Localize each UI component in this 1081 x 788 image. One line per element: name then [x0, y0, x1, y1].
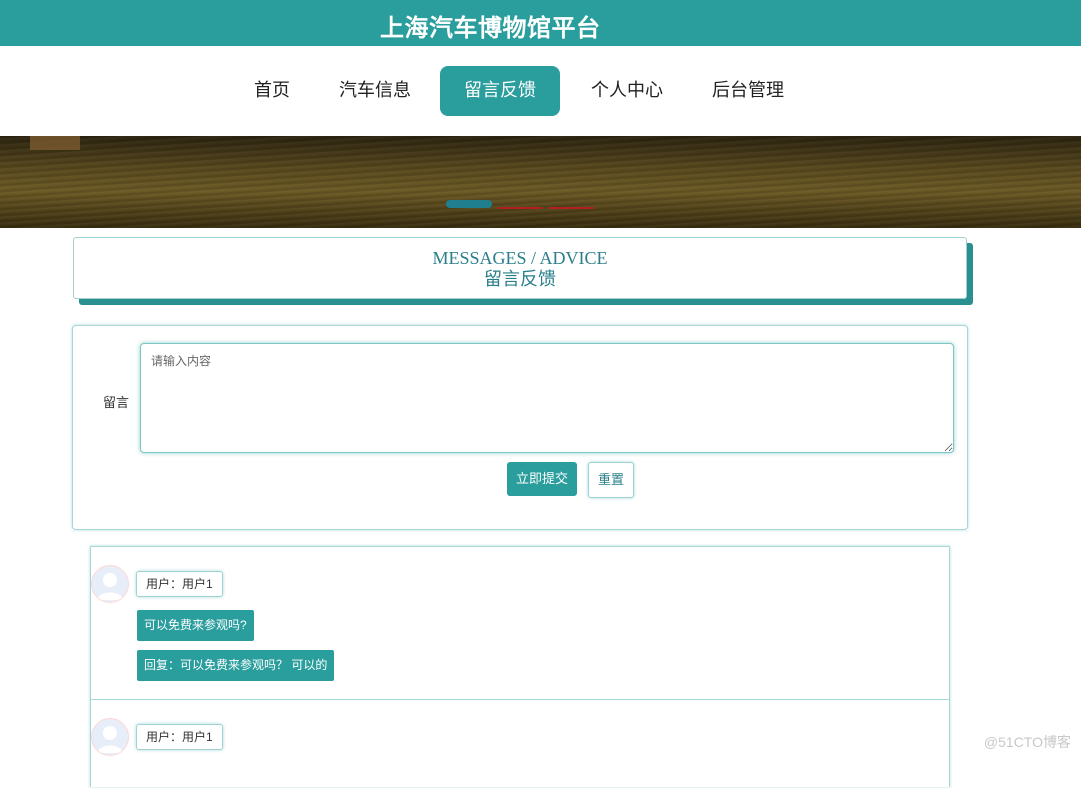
- watermark: @51CTO博客: [983, 734, 1071, 750]
- main-nav: 首页 汽车信息 留言反馈 个人中心 后台管理: [0, 46, 1081, 136]
- comment-username: 用户：用户1: [136, 571, 223, 597]
- comment-reply: 回复：可以免费来参观吗？ 可以的: [137, 650, 335, 681]
- nav-item-home[interactable]: 首页: [246, 66, 298, 116]
- comment-item: 用户：用户1: [91, 699, 949, 788]
- comment-message: 可以免费来参观吗?: [137, 610, 254, 641]
- nav-item-car-info[interactable]: 汽车信息: [330, 66, 420, 116]
- section-title-cn: 留言反馈: [484, 269, 556, 289]
- carousel-dot-1[interactable]: [446, 200, 492, 208]
- site-title: 上海汽车博物馆平台: [380, 15, 601, 42]
- banner-image-detail: [30, 136, 80, 150]
- user-avatar-icon: [91, 718, 129, 756]
- nav-item-personal-center[interactable]: 个人中心: [582, 66, 672, 116]
- top-header-bar: 上海汽车博物馆平台: [0, 0, 1081, 46]
- user-avatar-icon: [91, 565, 129, 603]
- submit-button[interactable]: 立即提交: [507, 462, 577, 496]
- message-label: 留言: [103, 395, 130, 410]
- nav-item-feedback[interactable]: 留言反馈: [440, 66, 560, 116]
- comment-item: 用户：用户1 可以免费来参观吗? 回复：可以免费来参观吗？ 可以的: [91, 547, 949, 699]
- message-input[interactable]: [140, 343, 954, 453]
- message-form: 留言 立即提交 重置: [72, 325, 968, 530]
- carousel-dot-3[interactable]: [548, 207, 594, 209]
- carousel-banner: [0, 136, 1081, 228]
- comment-username: 用户：用户1: [136, 724, 223, 750]
- reset-button[interactable]: 重置: [588, 462, 634, 498]
- section-heading: MESSAGES / ADVICE 留言反馈: [73, 237, 967, 299]
- carousel-dot-2[interactable]: [497, 207, 543, 209]
- comment-list: 用户：用户1 可以免费来参观吗? 回复：可以免费来参观吗？ 可以的 用户：用户1: [90, 546, 950, 787]
- section-title-en: MESSAGES / ADVICE: [432, 248, 608, 268]
- nav-item-admin[interactable]: 后台管理: [703, 66, 793, 116]
